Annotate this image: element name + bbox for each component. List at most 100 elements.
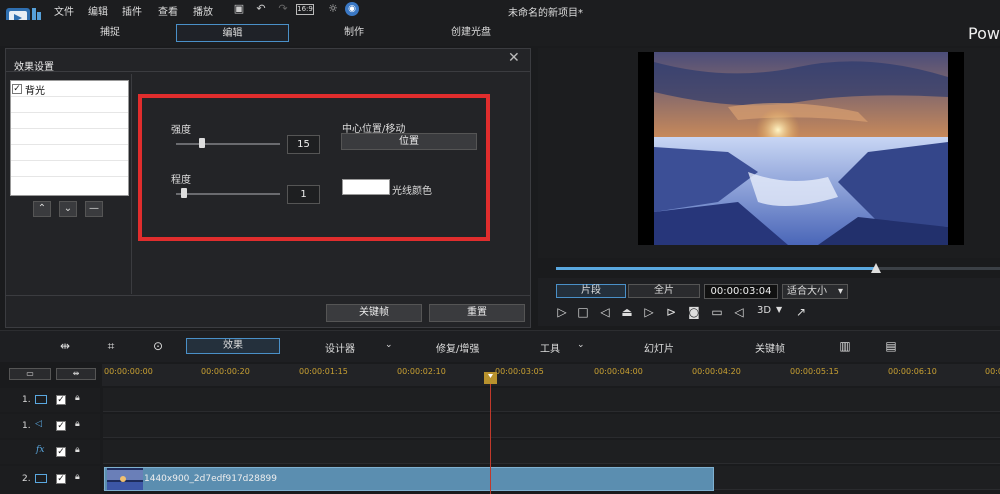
degree-slider-track[interactable] [176, 193, 280, 195]
next-frame-icon[interactable]: ▷ [642, 305, 656, 319]
effect-item-label: 背光 [25, 85, 45, 97]
ruler-tick: 00:00:04:00 [594, 367, 643, 376]
degree-label: 程度 [171, 175, 191, 186]
fast-forward-icon[interactable]: ⊳ [664, 305, 678, 319]
trash-icon[interactable]: ▥ [838, 339, 852, 353]
volume-icon[interactable]: ◁ [732, 305, 746, 319]
effect-list[interactable] [10, 80, 129, 196]
chevron-down-icon: ▾ [837, 286, 843, 297]
fix-enhance-button[interactable]: 修复/增强 [436, 340, 479, 355]
track-number: 1. [22, 395, 31, 405]
clip-name: 1440x900_2d7edf917d28899 [144, 474, 278, 484]
designer-button[interactable]: 设计器 [325, 340, 355, 355]
tools-button[interactable]: 工具 [540, 340, 560, 355]
move-up-button[interactable]: ⌃ [33, 201, 51, 217]
preview-image [638, 52, 964, 245]
track-enable-checkbox[interactable]: ✓ [56, 474, 66, 484]
split-icon[interactable]: ⏏ [620, 305, 634, 319]
subtitle-icon[interactable]: ▤ [884, 339, 898, 353]
track-lane-audio-1[interactable] [103, 414, 1000, 438]
crop-icon[interactable]: ⌗ [104, 339, 118, 353]
intensity-slider-thumb[interactable] [199, 138, 206, 148]
lock-icon[interactable]: 🔒︎ [75, 445, 80, 455]
effect-checkbox[interactable]: ✓ [12, 84, 22, 94]
keyframe-button[interactable]: 关键帧 [755, 340, 785, 355]
light-color-swatch[interactable] [342, 179, 390, 195]
tab-edit[interactable]: 编辑 [176, 24, 289, 42]
menu-plugins[interactable]: 插件 [122, 3, 142, 18]
keyframe-button[interactable]: 关键帧 [326, 304, 422, 322]
settings-icon[interactable]: ☼ [326, 2, 340, 16]
playback-progress-fill [556, 267, 876, 270]
undo-icon[interactable]: ↶ [254, 2, 268, 16]
previous-frame-icon[interactable]: ◁ [598, 305, 612, 319]
tab-create-disc[interactable]: 创建光盘 [446, 24, 496, 42]
menu-edit[interactable]: 编辑 [88, 3, 108, 18]
track-header-video-2 [0, 466, 100, 490]
playhead-line [490, 374, 491, 494]
effects-button[interactable]: 效果 [186, 338, 280, 354]
track-lane-effects[interactable] [103, 440, 1000, 464]
track-enable-checkbox[interactable]: ✓ [56, 421, 66, 431]
track-header-effects [0, 440, 100, 464]
ruler-tick: 00:00 [985, 367, 1000, 376]
chevron-down-icon[interactable]: ▼ [776, 305, 782, 314]
fit-size-dropdown[interactable]: 适合大小 ▾ [782, 284, 848, 299]
divider [6, 295, 530, 296]
menu-view[interactable]: 查看 [158, 3, 178, 18]
view-3d-button[interactable]: 3D [757, 305, 771, 316]
track-enable-checkbox[interactable]: ✓ [56, 395, 66, 405]
highlight-box [138, 94, 490, 241]
video-track-icon [35, 474, 47, 483]
fit-timeline-icon[interactable]: ⇹ [58, 339, 72, 353]
upgrade-icon[interactable]: ◉ [345, 2, 359, 16]
tab-capture[interactable]: 捕捉 [90, 24, 130, 42]
track-enable-checkbox[interactable]: ✓ [56, 447, 66, 457]
menu-file[interactable]: 文件 [54, 3, 74, 18]
lock-icon[interactable]: 🔒︎ [75, 419, 80, 429]
redo-icon[interactable]: ↷ [276, 2, 290, 16]
list-item[interactable]: ✓ 背光 [12, 82, 45, 97]
stop-icon[interactable]: □ [576, 305, 590, 319]
ruler-tick: 00:00:01:15 [299, 367, 348, 376]
remove-button[interactable]: — [85, 201, 103, 217]
snapshot-icon[interactable]: ◙ [687, 305, 701, 319]
intensity-slider-track[interactable] [176, 143, 280, 145]
track-header-video-1 [0, 388, 100, 412]
lock-icon[interactable]: 🔒︎ [75, 472, 80, 482]
timecode-display[interactable]: 00:00:03:04 [704, 284, 778, 299]
move-down-button[interactable]: ⌄ [59, 201, 77, 217]
playback-progress-handle[interactable] [871, 263, 881, 273]
save-icon[interactable]: ▣ [232, 2, 246, 16]
fit-size-label: 适合大小 [787, 286, 827, 297]
close-icon[interactable]: ✕ [508, 50, 520, 66]
clip-mode-tab[interactable]: 片段 [556, 284, 626, 298]
position-button[interactable]: 位置 [341, 133, 477, 150]
reset-button[interactable]: 重置 [429, 304, 525, 322]
playhead-handle[interactable] [484, 372, 497, 384]
ruler-tick: 00:00:02:10 [397, 367, 446, 376]
slideshow-button[interactable]: 幻灯片 [644, 340, 674, 355]
light-color-label: 光线颜色 [392, 186, 432, 197]
play-icon[interactable]: ▷ [555, 305, 569, 319]
aspect-ratio-button[interactable]: 16:9 [296, 4, 314, 15]
degree-value-field[interactable]: 1 [287, 185, 320, 204]
chevron-down-icon[interactable]: ⊙ [151, 339, 165, 353]
video-track-icon [35, 395, 47, 404]
lock-icon[interactable]: 🔒︎ [75, 393, 80, 403]
menu-playback[interactable]: 播放 [193, 3, 213, 18]
track-lane-video-1[interactable] [103, 388, 1000, 412]
brand-text: Pow [968, 24, 1000, 43]
chevron-down-icon[interactable]: ⌄ [385, 340, 393, 350]
menu-bar [0, 0, 1000, 20]
chevron-down-icon[interactable]: ⌄ [577, 340, 585, 350]
movie-mode-tab[interactable]: 全片 [628, 284, 700, 298]
undock-icon[interactable]: ↗ [794, 305, 808, 319]
track-manager-button[interactable]: ▭ [9, 368, 51, 380]
degree-slider-thumb[interactable] [181, 188, 187, 198]
tab-produce[interactable]: 制作 [334, 24, 374, 42]
zoom-fit-button[interactable]: ⇹ [56, 368, 96, 380]
camera-icon[interactable]: ▭ [710, 305, 724, 319]
intensity-value-field[interactable]: 15 [287, 135, 320, 154]
fx-track-icon: fx [36, 445, 45, 455]
